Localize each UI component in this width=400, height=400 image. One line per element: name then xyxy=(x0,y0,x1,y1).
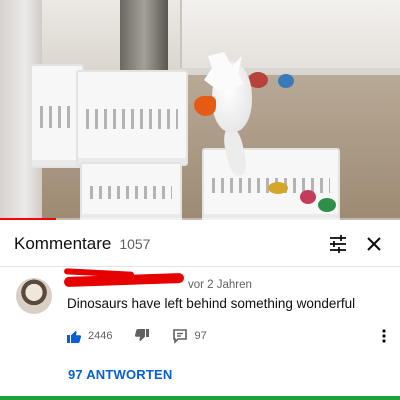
comments-title: Kommentare xyxy=(14,234,112,253)
video-player[interactable] xyxy=(0,0,400,220)
cockatoo-beak xyxy=(194,96,216,116)
video-basket xyxy=(76,70,188,166)
comments-header: Kommentare 1057 xyxy=(0,222,400,267)
comments-count: 1057 xyxy=(119,236,151,252)
reply-button[interactable]: 97 xyxy=(172,328,207,344)
bottom-accent-line xyxy=(0,396,400,400)
comment-more-button[interactable] xyxy=(374,325,394,347)
comment-timestamp: vor 2 Jahren xyxy=(188,279,252,291)
like-button[interactable]: 2446 xyxy=(66,328,112,344)
view-replies-link[interactable]: 97 ANTWORTEN xyxy=(68,367,172,382)
thumbs-down-icon xyxy=(135,329,150,341)
thumbs-up-icon xyxy=(67,331,82,343)
comment-actions: 2446 97 xyxy=(66,325,207,347)
comment-item: vor 2 Jahren Dinosaurs have left behind … xyxy=(0,267,400,400)
video-progress-bar[interactable] xyxy=(0,218,400,220)
like-count: 2446 xyxy=(88,330,113,342)
close-comments-button[interactable] xyxy=(356,226,392,262)
dislike-button[interactable] xyxy=(134,328,150,344)
video-toy xyxy=(268,182,288,194)
video-toy xyxy=(278,74,294,88)
video-pole xyxy=(120,0,168,70)
header-actions xyxy=(320,226,400,262)
close-icon xyxy=(367,237,381,251)
sort-comments-button[interactable] xyxy=(320,226,356,262)
comment-text: Dinosaurs have left behind something won… xyxy=(67,296,356,311)
video-basket xyxy=(80,162,182,220)
video-progress-fill xyxy=(0,218,56,220)
video-toy xyxy=(318,198,336,212)
reply-count: 97 xyxy=(194,330,207,342)
sort-sliders-icon xyxy=(330,235,346,253)
more-vert-icon xyxy=(382,329,386,343)
avatar[interactable] xyxy=(16,278,52,314)
video-toy xyxy=(300,190,316,204)
reply-icon xyxy=(173,329,188,344)
